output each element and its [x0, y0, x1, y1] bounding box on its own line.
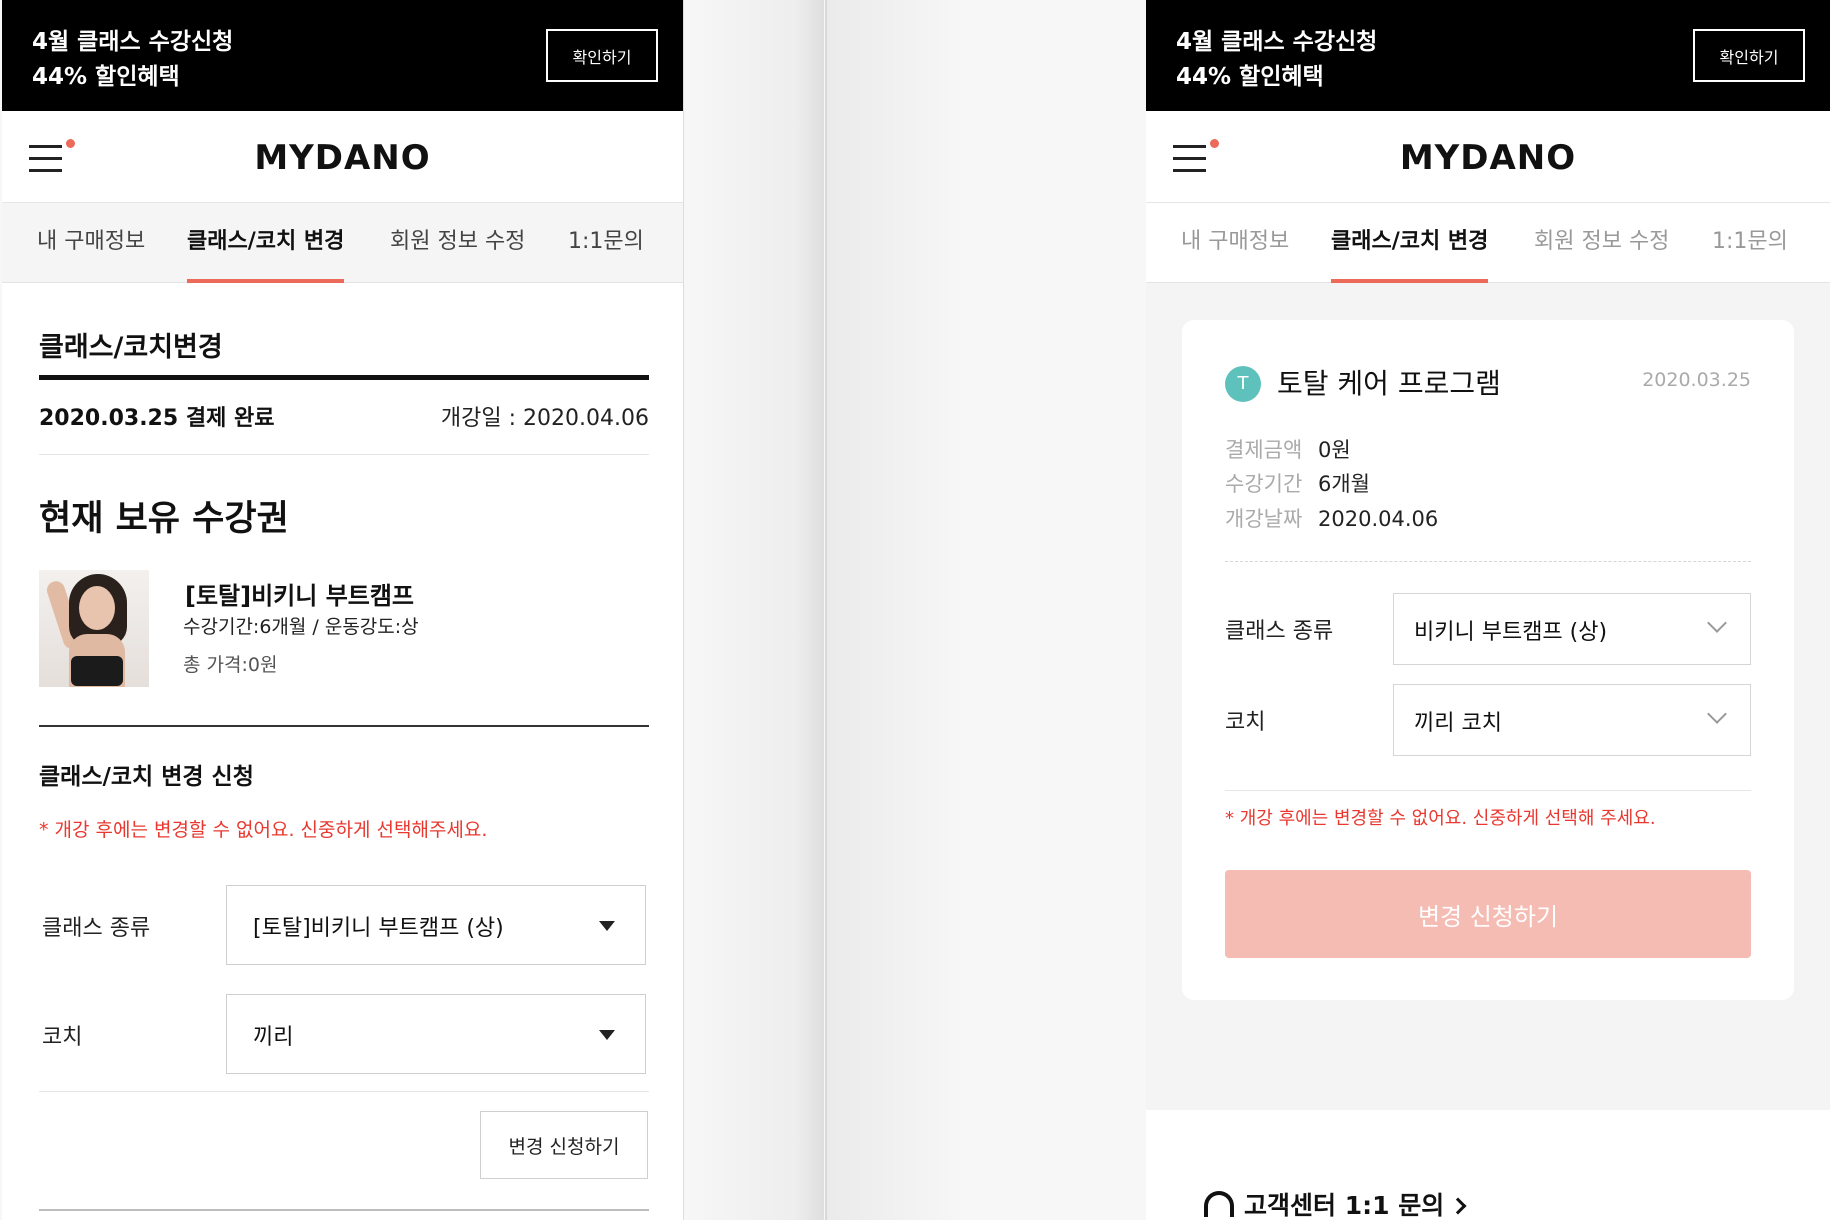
tab-class-coach-change[interactable]: 클래스/코치 변경 [187, 217, 345, 283]
coach-value: 끼리 [253, 1025, 294, 1050]
tab-inquiry[interactable]: 1:1문의 [1712, 217, 1788, 283]
customer-center-link[interactable]: 고객센터 1:1 문의 [1204, 1186, 1467, 1220]
tab-edit-profile[interactable]: 회원 정보 수정 [1534, 217, 1669, 283]
info-value: 0원 [1318, 438, 1351, 462]
warning-text: * 개강 후에는 변경할 수 없어요. 신중하게 선택해주세요. [39, 819, 488, 841]
coach-value: 끼리 코치 [1414, 711, 1502, 736]
caret-down-icon [599, 921, 615, 931]
info-row-open-date: 개강날짜 2020.04.06 [1225, 503, 1438, 533]
product-meta: 수강기간:6개월 / 운동강도:상 [183, 616, 419, 638]
program-badge-icon: T [1225, 366, 1261, 402]
info-row-period: 수강기간 6개월 [1225, 468, 1370, 498]
tab-purchase-info[interactable]: 내 구매정보 [37, 217, 145, 283]
info-key: 수강기간 [1225, 472, 1303, 496]
promo-subtitle: 44% 할인혜택 [1176, 64, 1324, 90]
divider [39, 1091, 649, 1092]
coach-select[interactable]: 끼리 코치 [1393, 684, 1751, 756]
divider [39, 454, 649, 455]
class-type-value: 비키니 부트캠프 (상) [1414, 620, 1608, 645]
coach-label: 코치 [42, 1025, 83, 1050]
submit-change-button[interactable]: 변경 신청하기 [1225, 870, 1751, 958]
chevron-down-icon [1707, 704, 1727, 724]
top-navbar: MYDANO [1146, 111, 1830, 203]
product-price: 총 가격:0원 [183, 654, 278, 676]
mobile-screen-new: 4월 클래스 수강신청 44% 할인혜택 확인하기 MYDANO 내 구매정보 … [1146, 0, 1830, 1220]
info-key: 결제금액 [1225, 438, 1303, 462]
promo-banner: 4월 클래스 수강신청 44% 할인혜택 확인하기 [2, 0, 683, 111]
tab-edit-profile[interactable]: 회원 정보 수정 [390, 217, 525, 283]
product-thumbnail [39, 570, 149, 687]
promo-banner: 4월 클래스 수강신청 44% 할인혜택 확인하기 [1146, 0, 1830, 111]
section-divider [39, 375, 649, 380]
info-value: 6개월 [1318, 472, 1371, 496]
dashed-divider [1225, 561, 1751, 562]
promo-title: 4월 클래스 수강신청 [1176, 29, 1378, 55]
info-row-amount: 결제금액 0원 [1225, 434, 1351, 464]
product-name: [토탈]비키니 부트캠프 [185, 582, 415, 610]
page-shadow-right [827, 0, 967, 1220]
class-type-label: 클래스 종류 [1225, 619, 1334, 644]
coach-label: 코치 [1225, 710, 1266, 735]
tab-inquiry[interactable]: 1:1문의 [568, 217, 644, 283]
promo-title: 4월 클래스 수강신청 [32, 29, 234, 55]
brand-logo[interactable]: MYDANO [2, 138, 683, 178]
open-date: 개강일 : 2020.04.06 [440, 406, 649, 431]
class-type-value: [토탈]비키니 부트캠프 (상) [253, 916, 504, 941]
page-shadow-left [684, 0, 824, 1220]
divider [39, 725, 649, 727]
promo-confirm-button[interactable]: 확인하기 [1693, 29, 1805, 82]
change-request-title: 클래스/코치 변경 신청 [39, 764, 254, 790]
class-type-label: 클래스 종류 [42, 916, 151, 941]
submit-change-button[interactable]: 변경 신청하기 [480, 1111, 648, 1179]
section-title: 클래스/코치변경 [39, 332, 223, 363]
tab-class-coach-change[interactable]: 클래스/코치 변경 [1331, 217, 1489, 283]
info-key: 개강날짜 [1225, 507, 1303, 531]
program-name: 토탈 케어 프로그램 [1277, 367, 1501, 400]
program-card: T 토탈 케어 프로그램 2020.03.25 결제금액 0원 수강기간 6개월 개… [1182, 320, 1794, 1000]
current-pass-title: 현재 보유 수강권 [39, 499, 289, 539]
tab-purchase-info[interactable]: 내 구매정보 [1181, 217, 1289, 283]
top-navbar: MYDANO [2, 111, 683, 203]
info-value: 2020.04.06 [1318, 507, 1439, 531]
divider [1225, 790, 1751, 791]
headset-icon [1204, 1191, 1234, 1217]
customer-center-label: 고객센터 1:1 문의 [1244, 1191, 1445, 1220]
account-tabs: 내 구매정보 클래스/코치 변경 회원 정보 수정 1:1문의 [2, 203, 683, 283]
brand-logo[interactable]: MYDANO [1146, 138, 1830, 178]
class-type-select[interactable]: 비키니 부트캠프 (상) [1393, 593, 1751, 665]
caret-down-icon [599, 1030, 615, 1040]
promo-confirm-button[interactable]: 확인하기 [546, 29, 658, 82]
class-type-select[interactable]: [토탈]비키니 부트캠프 (상) [226, 885, 646, 965]
chevron-right-icon [1449, 1197, 1467, 1215]
warning-text: * 개강 후에는 변경할 수 없어요. 신중하게 선택해 주세요. [1225, 808, 1656, 829]
chevron-down-icon [1707, 613, 1727, 633]
mobile-screen-old: 4월 클래스 수강신청 44% 할인혜택 확인하기 MYDANO 내 구매정보 … [2, 0, 684, 1220]
account-tabs: 내 구매정보 클래스/코치 변경 회원 정보 수정 1:1문의 [1146, 203, 1830, 283]
promo-subtitle: 44% 할인혜택 [32, 64, 180, 90]
divider [39, 1209, 649, 1211]
coach-select[interactable]: 끼리 [226, 994, 646, 1074]
purchase-date: 2020.03.25 [1642, 369, 1751, 391]
